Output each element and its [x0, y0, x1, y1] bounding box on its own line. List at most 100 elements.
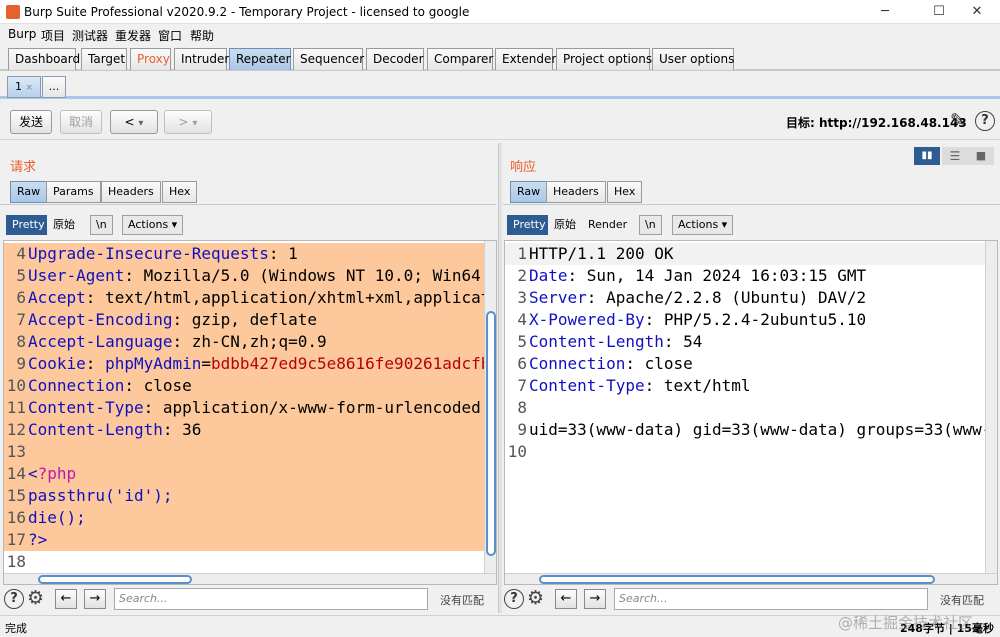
- request-line: 13: [4, 441, 484, 463]
- repeater-tab-1-label: 1: [14, 80, 22, 93]
- tab-sequencer[interactable]: Sequencer: [293, 48, 364, 70]
- layout-single-icon[interactable]: ■: [968, 147, 994, 165]
- tab-extender[interactable]: Extender: [495, 48, 556, 70]
- request-actions-dropdown[interactable]: Actions ▾: [122, 215, 184, 235]
- header-name: User-Agent: [28, 266, 125, 285]
- response-vertical-scrollbar[interactable]: [985, 241, 997, 573]
- response-search-next-button[interactable]: →: [584, 589, 606, 609]
- request-tab-params[interactable]: Params: [46, 181, 101, 203]
- request-newline-button[interactable]: \n: [90, 215, 113, 235]
- help-icon[interactable]: ?: [975, 111, 995, 131]
- tab-target[interactable]: Target: [81, 48, 127, 70]
- response-hscroll-thumb[interactable]: [539, 575, 935, 584]
- response-tab-raw[interactable]: Raw: [510, 181, 548, 203]
- response-settings-gear-icon[interactable]: ⚙: [527, 587, 544, 609]
- response-editor[interactable]: 1 HTTP/1.1 200 OK 2 Date: Sun, 14 Jan 2024 …: [504, 240, 998, 585]
- response-tab-hex[interactable]: Hex: [607, 181, 643, 203]
- response-line: 2 Date: Sun, 14 Jan 2024 16:03:15 GMT: [505, 265, 985, 287]
- request-tab-hex[interactable]: Hex: [162, 181, 198, 203]
- line-content: uid=33(www-data) gid=33(www-data) groups…: [529, 419, 997, 441]
- header-separator: :: [162, 420, 183, 439]
- php-open-bracket: <: [28, 464, 38, 483]
- burp-logo-icon: [6, 5, 20, 19]
- cookie-value: bdbb427ed9c5e8616fe90261adcfb: [211, 354, 491, 373]
- request-tab-headers[interactable]: Headers: [101, 181, 161, 203]
- header-value: application/x-www-form-urlencoded: [162, 398, 481, 417]
- body-text: HTTP/1.1 200 OK: [529, 244, 674, 263]
- request-editor[interactable]: 4 Upgrade-Insecure-Requests: 1 5 User-Agent…: [3, 240, 497, 585]
- request-line: 7 Accept-Encoding: gzip, deflate: [4, 309, 484, 331]
- send-button[interactable]: 发送: [10, 110, 52, 134]
- line-number: 2: [517, 266, 527, 285]
- tab-project-options[interactable]: Project options: [556, 48, 652, 70]
- request-line: 5 User-Agent: Mozilla/5.0 (Windows NT 10.…: [4, 265, 490, 287]
- menu-repeater[interactable]: 重发器: [115, 27, 151, 44]
- layout-split-icon[interactable]: ▮▮: [914, 147, 940, 165]
- menu-window[interactable]: 窗口: [158, 27, 182, 44]
- layout-horizontal-icon[interactable]: ☰: [942, 147, 968, 165]
- close-window-button[interactable]: ✕: [954, 0, 1000, 24]
- response-no-match-label: 没有匹配: [940, 594, 984, 607]
- response-horizontal-scrollbar[interactable]: [505, 573, 997, 584]
- request-search-prev-button[interactable]: ←: [55, 589, 77, 609]
- request-pretty-button[interactable]: Pretty: [6, 215, 51, 235]
- line-content: Content-Length: 54: [529, 331, 702, 353]
- request-settings-gear-icon[interactable]: ⚙: [27, 587, 44, 609]
- cancel-button[interactable]: 取消: [60, 110, 102, 134]
- response-render-button[interactable]: Render: [582, 215, 634, 235]
- watermark: @稀土掘金技术社区: [838, 614, 974, 632]
- header-name: Accept-Language: [28, 332, 173, 351]
- tab-intruder[interactable]: Intruder: [174, 48, 229, 70]
- panel-splitter[interactable]: [498, 143, 502, 613]
- menu-intruder[interactable]: 测试器: [72, 27, 108, 44]
- tab-decoder[interactable]: Decoder: [366, 48, 424, 70]
- header-name: Content-Type: [529, 376, 645, 395]
- header-separator: :: [625, 354, 645, 373]
- repeater-tab-1[interactable]: 1 ×: [7, 76, 41, 98]
- forward-dropdown-icon: ▾: [192, 118, 198, 129]
- request-scroll-thumb[interactable]: [486, 311, 496, 556]
- tab-repeater[interactable]: Repeater: [229, 48, 291, 70]
- menu-burp[interactable]: Burp: [8, 27, 36, 41]
- request-tab-divider: [0, 204, 496, 205]
- request-vertical-scrollbar[interactable]: [484, 241, 496, 573]
- header-separator: :: [172, 310, 192, 329]
- line-content: X-Powered-By: PHP/5.2.4-2ubuntu5.10: [529, 309, 866, 331]
- main-tab-bar: Dashboard Target Proxy Intruder Repeater…: [0, 44, 1000, 71]
- request-help-icon[interactable]: ?: [4, 589, 24, 609]
- response-line: 8: [505, 397, 985, 419]
- header-separator: :: [663, 332, 684, 351]
- response-search-input[interactable]: Search...: [614, 588, 928, 610]
- edit-target-icon[interactable]: ✎: [950, 110, 965, 131]
- response-newline-button[interactable]: \n: [639, 215, 662, 235]
- forward-button[interactable]: > ▾: [164, 110, 212, 134]
- request-line: 16 die();: [4, 507, 484, 529]
- menu-help[interactable]: 帮助: [190, 27, 214, 44]
- close-tab-icon[interactable]: ×: [25, 83, 33, 93]
- response-tab-headers[interactable]: Headers: [546, 181, 606, 203]
- menu-project[interactable]: 项目: [41, 27, 65, 44]
- back-button[interactable]: < ▾: [110, 110, 158, 134]
- tab-comparer[interactable]: Comparer: [427, 48, 493, 70]
- request-search-next-button[interactable]: →: [84, 589, 106, 609]
- header-separator: :: [644, 376, 664, 395]
- tab-dashboard[interactable]: Dashboard: [8, 48, 80, 70]
- new-tab-button[interactable]: ...: [42, 76, 66, 98]
- request-tab-raw[interactable]: Raw: [10, 181, 48, 203]
- body-text: ?>: [28, 530, 48, 549]
- request-horizontal-scrollbar[interactable]: [4, 573, 496, 584]
- request-hscroll-thumb[interactable]: [38, 575, 192, 584]
- header-separator: :: [124, 376, 144, 395]
- response-raw-button[interactable]: 原始: [548, 215, 582, 235]
- tab-user-options[interactable]: User options: [652, 48, 734, 70]
- response-actions-dropdown[interactable]: Actions ▾: [672, 215, 734, 235]
- request-raw-button[interactable]: 原始: [47, 215, 81, 235]
- response-help-icon[interactable]: ?: [504, 589, 524, 609]
- response-search-prev-button[interactable]: ←: [555, 589, 577, 609]
- cookie-equals: =: [201, 354, 212, 373]
- response-pretty-button[interactable]: Pretty: [507, 215, 552, 235]
- minimize-button[interactable]: ─: [862, 0, 908, 24]
- tab-proxy[interactable]: Proxy: [130, 48, 171, 70]
- response-line: 6 Connection: close: [505, 353, 985, 375]
- request-search-input[interactable]: Search...: [114, 588, 428, 610]
